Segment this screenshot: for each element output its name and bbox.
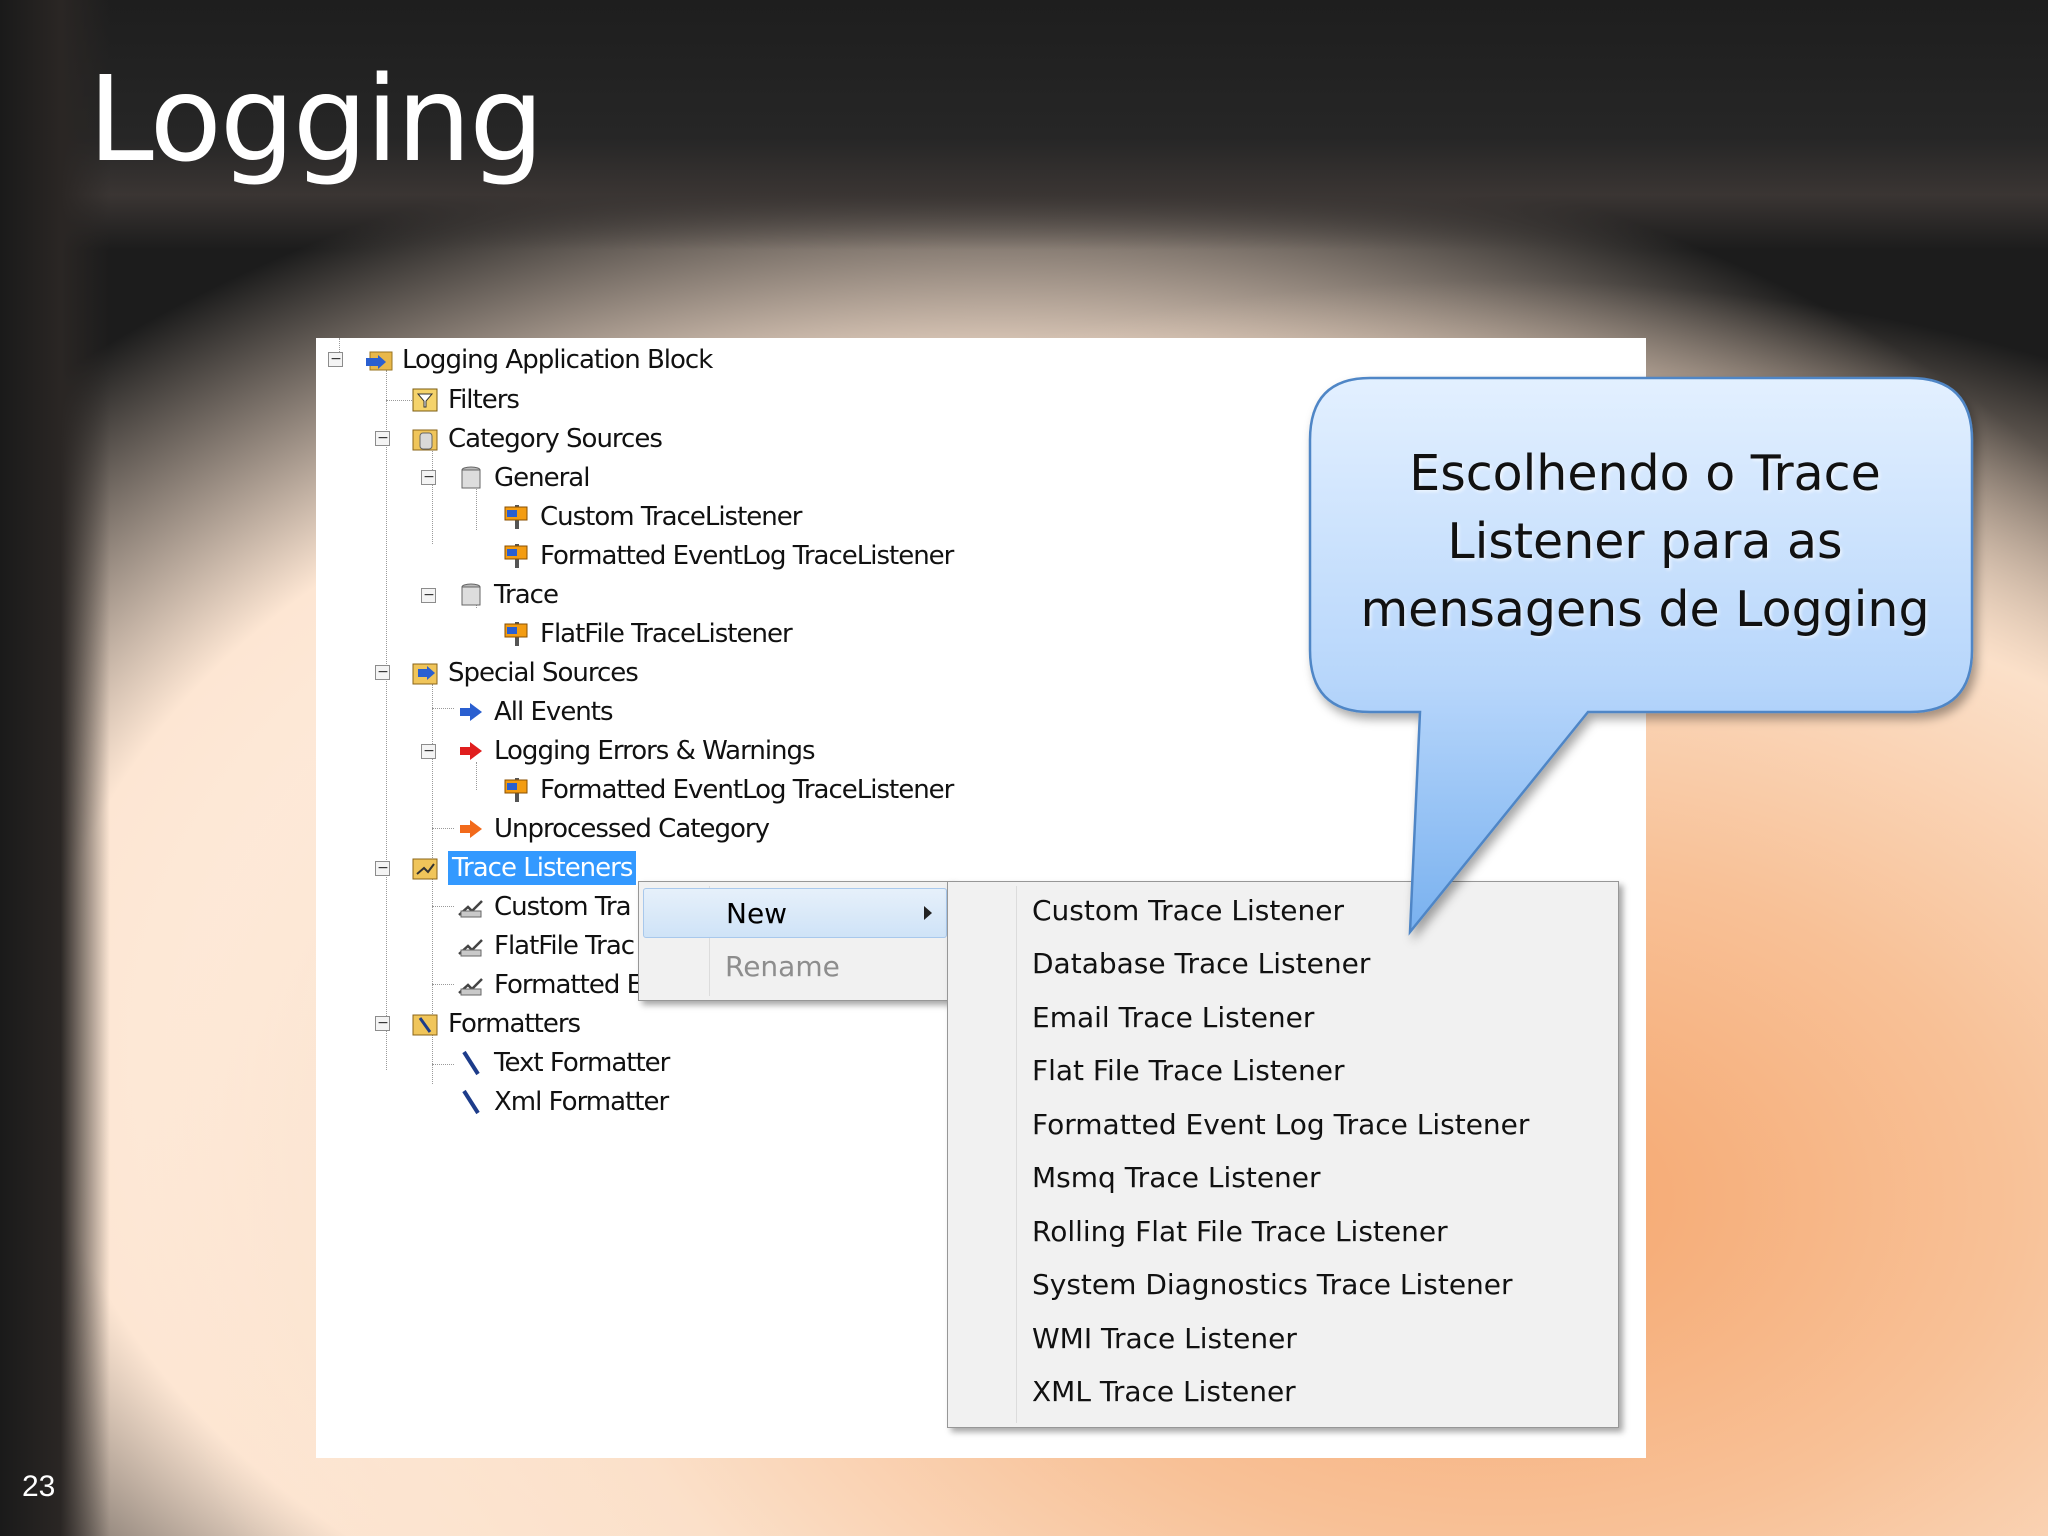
trace-listeners-folder-icon	[410, 853, 440, 883]
trace-listener-ref-icon	[502, 541, 532, 571]
submenu-item-msmq-trace-listener[interactable]: Msmq Trace Listener	[1032, 1157, 1321, 1197]
menu-item-rename[interactable]: Rename	[643, 942, 947, 990]
tree-line	[432, 708, 454, 709]
submenu-item-formatted-event-log-trace-listener[interactable]: Formatted Event Log Trace Listener	[1032, 1104, 1529, 1144]
category-icon	[456, 463, 486, 493]
filter-icon	[410, 385, 440, 415]
menu-gutter	[1016, 886, 1017, 1423]
category-icon	[456, 580, 486, 610]
tree-node-formatted-eventlog-tracelistener-2[interactable]: Formatted EventLog TraceListener	[502, 772, 954, 808]
tree-node-logging-errors-warnings[interactable]: Logging Errors & Warnings	[456, 733, 816, 769]
tree-node-custom-tracelistener[interactable]: Custom TraceListener	[502, 499, 802, 535]
submenu-item-flat-file-trace-listener[interactable]: Flat File Trace Listener	[1032, 1050, 1345, 1090]
tree-line	[386, 370, 387, 1070]
submenu-item-email-trace-listener[interactable]: Email Trace Listener	[1032, 997, 1314, 1037]
submenu-item-database-trace-listener[interactable]: Database Trace Listener	[1032, 943, 1370, 983]
callout-line: Listener para as	[1447, 513, 1843, 570]
tree-line	[432, 984, 454, 985]
callout-line: mensagens de Logging	[1360, 581, 1930, 638]
slide-title: Logging	[88, 50, 544, 188]
tree-node-xml-formatter[interactable]: Xml Formatter	[456, 1084, 669, 1120]
tree-node-flatfile-trace-listener[interactable]: FlatFile Trac	[456, 928, 635, 964]
tree-node-formatters[interactable]: Formatters	[410, 1006, 581, 1042]
collapse-toggle[interactable]: −	[421, 588, 436, 603]
tree-node-logging-application-block[interactable]: Logging Application Block	[364, 342, 713, 378]
tree-node-category-sources[interactable]: Category Sources	[410, 421, 663, 457]
tree-node-flatfile-tracelistener[interactable]: FlatFile TraceListener	[502, 616, 793, 652]
collapse-toggle[interactable]: −	[421, 470, 436, 485]
submenu-arrow-icon	[924, 906, 932, 920]
tree-line	[386, 400, 412, 401]
orange-arrow-icon	[456, 814, 486, 844]
blue-arrow-icon	[456, 697, 486, 727]
tree-node-formatted-eventlog-tracelistener[interactable]: Formatted EventLog TraceListener	[502, 538, 954, 574]
listener-icon	[456, 970, 486, 1000]
submenu-item-rolling-flat-file-trace-listener[interactable]: Rolling Flat File Trace Listener	[1032, 1211, 1448, 1251]
tree-line	[432, 828, 454, 829]
slide-number: 23	[22, 1470, 56, 1503]
tree-node-text-formatter[interactable]: Text Formatter	[456, 1045, 670, 1081]
trace-listener-ref-icon	[502, 502, 532, 532]
folder-block-icon	[364, 345, 394, 375]
new-submenu: Custom Trace Listener Database Trace Lis…	[947, 881, 1619, 1428]
collapse-toggle[interactable]: −	[375, 431, 390, 446]
callout-line: Escolhendo o Trace	[1409, 445, 1881, 502]
tree-node-general[interactable]: General	[456, 460, 590, 496]
tree-line	[432, 444, 433, 544]
tree-node-all-events[interactable]: All Events	[456, 694, 614, 730]
collapse-toggle[interactable]: −	[375, 665, 390, 680]
callout-text: Escolhendo o Trace Listener para as mens…	[1318, 440, 1972, 644]
menu-item-new[interactable]: New	[643, 888, 947, 938]
pen-icon	[456, 1048, 486, 1078]
category-sources-icon	[410, 424, 440, 454]
tree-line	[432, 1064, 454, 1065]
collapse-toggle[interactable]: −	[421, 744, 436, 759]
trace-listener-ref-icon	[502, 775, 532, 805]
tree-line	[432, 906, 454, 907]
context-menu: New Rename	[638, 881, 952, 1001]
submenu-item-custom-trace-listener[interactable]: Custom Trace Listener	[1032, 890, 1344, 930]
special-sources-icon	[410, 658, 440, 688]
formatters-icon	[410, 1009, 440, 1039]
tree-node-unprocessed-category[interactable]: Unprocessed Category	[456, 811, 770, 847]
tree-node-special-sources[interactable]: Special Sources	[410, 655, 639, 691]
collapse-toggle[interactable]: −	[328, 352, 343, 367]
submenu-item-system-diagnostics-trace-listener[interactable]: System Diagnostics Trace Listener	[1032, 1264, 1513, 1304]
collapse-toggle[interactable]: −	[375, 861, 390, 876]
tree-node-trace[interactable]: Trace	[456, 577, 559, 613]
listener-icon	[456, 892, 486, 922]
red-arrow-icon	[456, 736, 486, 766]
listener-icon	[456, 931, 486, 961]
submenu-item-wmi-trace-listener[interactable]: WMI Trace Listener	[1032, 1318, 1297, 1358]
tree-node-filters[interactable]: Filters	[410, 382, 520, 418]
tree-node-trace-listeners[interactable]: Trace Listeners	[410, 850, 637, 886]
collapse-toggle[interactable]: −	[375, 1016, 390, 1031]
left-edge-shade	[0, 0, 110, 1536]
tree-node-formatted-eventlog-listener[interactable]: Formatted E	[456, 967, 643, 1003]
tree-node-custom-trace-listener[interactable]: Custom Tra	[456, 889, 632, 925]
submenu-item-xml-trace-listener[interactable]: XML Trace Listener	[1032, 1371, 1296, 1411]
pen-icon	[456, 1087, 486, 1117]
trace-listener-ref-icon	[502, 619, 532, 649]
